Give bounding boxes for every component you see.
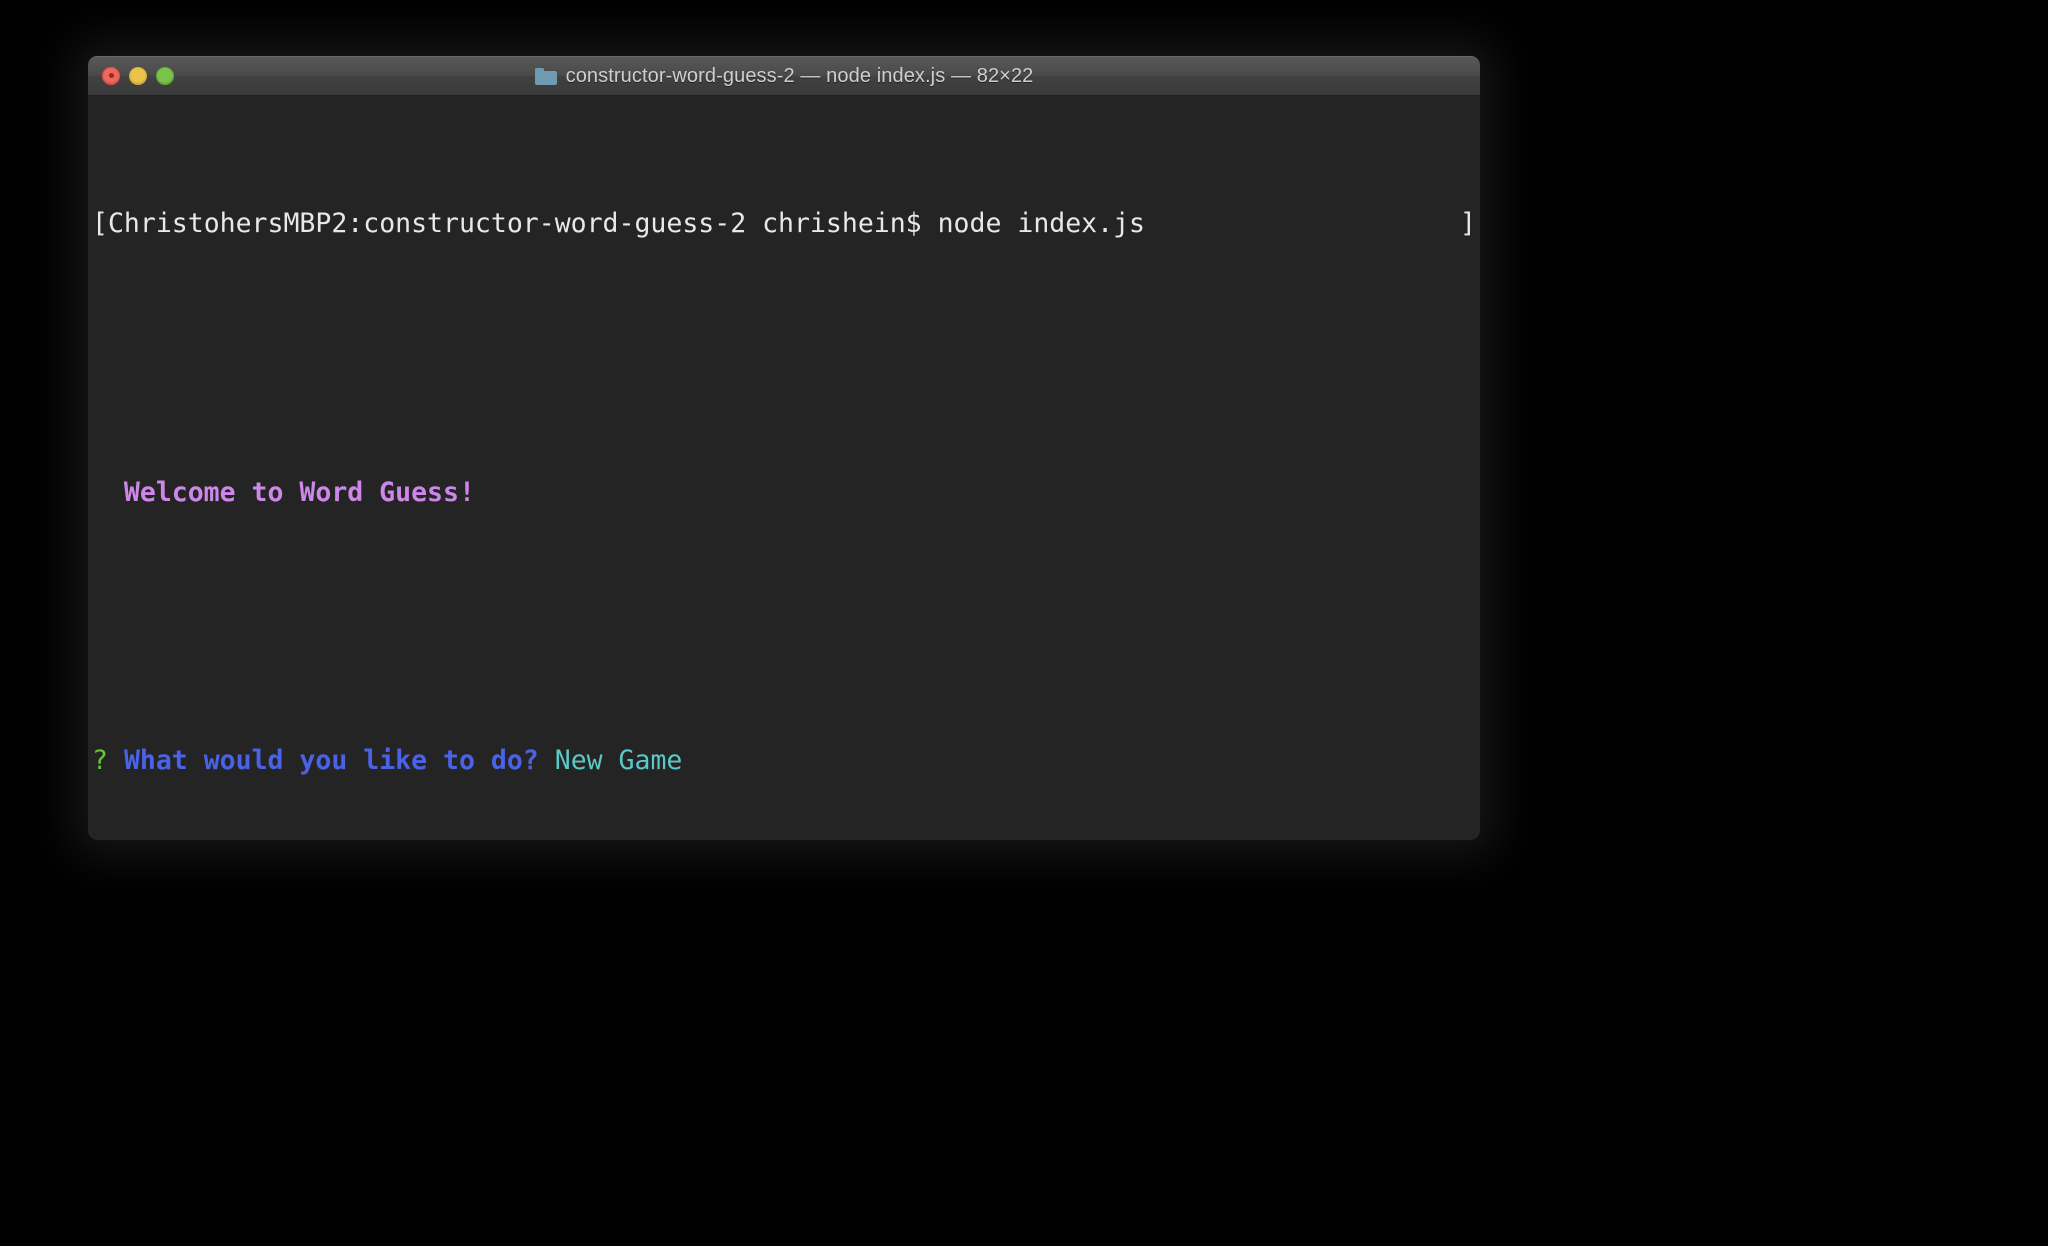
terminal-output: [ChristohersMBP2:constructor-word-guess-… (88, 106, 1480, 840)
close-button[interactable] (102, 67, 120, 85)
shell-prompt-line: [ChristohersMBP2:constructor-word-guess-… (92, 207, 1480, 241)
prompt-marker-icon: ? (92, 745, 108, 777)
window-title: constructor-word-guess-2 — node index.js… (534, 64, 1034, 88)
menu-question-label: What would you like to do? (123, 745, 539, 777)
zoom-button[interactable] (156, 67, 174, 85)
line-trailing-bracket: ] (1460, 207, 1476, 239)
menu-question-text (108, 745, 124, 776)
welcome-text: Welcome to Word Guess! (92, 476, 475, 508)
minimize-button[interactable] (129, 67, 147, 85)
shell-command: node index.js (921, 207, 1146, 239)
welcome-line: Welcome to Word Guess! (92, 476, 1480, 510)
menu-question-line: ? What would you like to do? New Game (92, 744, 1480, 778)
shell-prompt-text: ChristohersMBP2:constructor-word-guess-2… (107, 207, 922, 239)
screen: constructor-word-guess-2 — node index.js… (0, 0, 2048, 1246)
terminal-body[interactable]: [ChristohersMBP2:constructor-word-guess-… (88, 96, 1480, 840)
window-titlebar[interactable]: constructor-word-guess-2 — node index.js… (88, 56, 1480, 96)
line-leading-bracket: [ (92, 207, 108, 239)
folder-icon (534, 67, 557, 85)
terminal-window: constructor-word-guess-2 — node index.js… (88, 56, 1480, 840)
window-controls (102, 57, 174, 95)
window-title-text: constructor-word-guess-2 — node index.js… (565, 64, 1034, 87)
menu-answer: New Game (554, 745, 683, 777)
menu-answer-space (539, 745, 555, 776)
